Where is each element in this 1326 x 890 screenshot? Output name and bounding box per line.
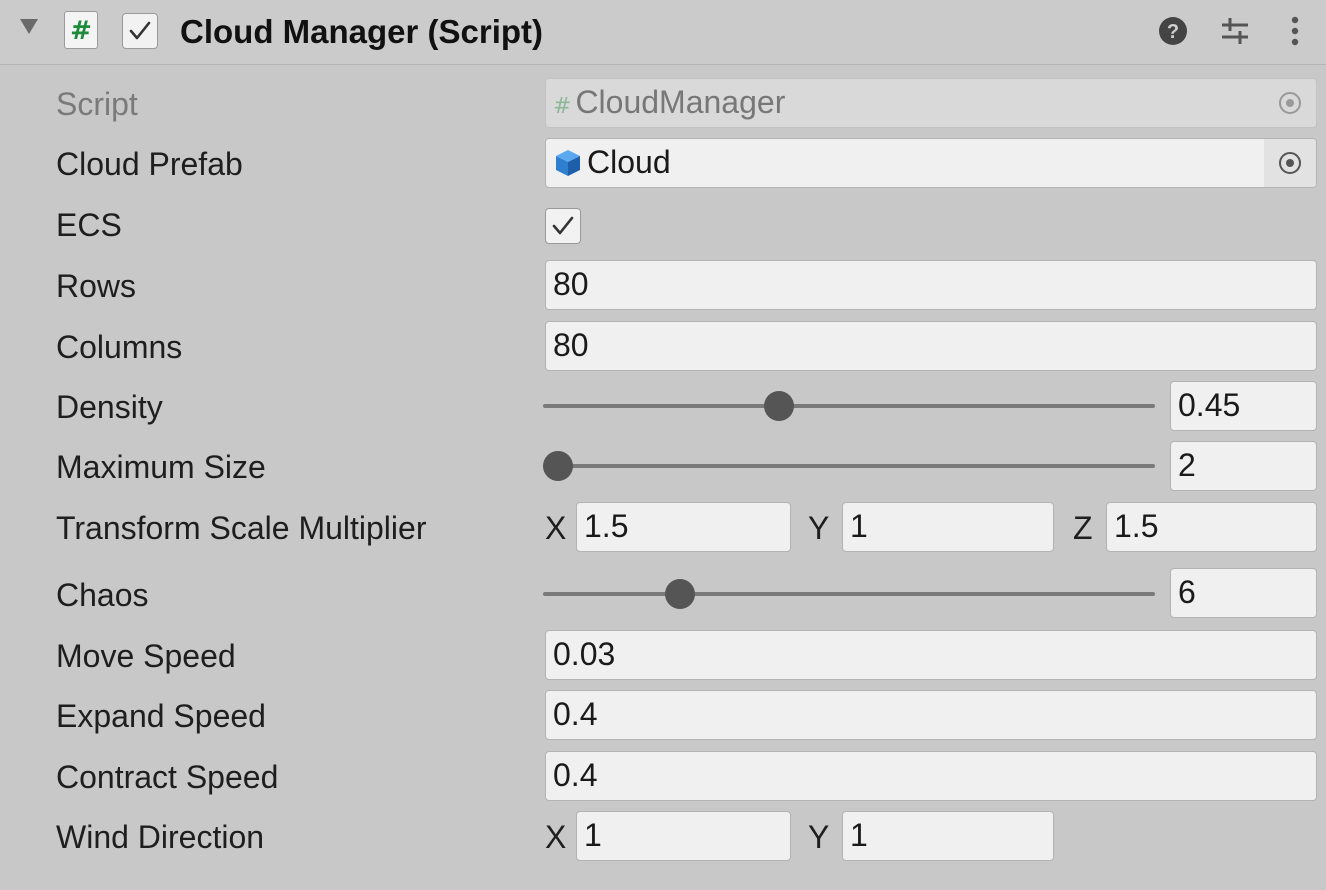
cloud-prefab-field[interactable]: Cloud — [545, 138, 1317, 188]
rows-input[interactable]: 80 — [545, 260, 1317, 310]
density-input[interactable]: 0.45 — [1170, 381, 1317, 431]
prefab-cube-icon — [556, 150, 580, 176]
maximum-size-slider-thumb[interactable] — [543, 451, 573, 481]
chaos-input[interactable]: 6 — [1170, 568, 1317, 618]
y-axis-label: Y — [808, 510, 830, 546]
script-hash-icon: # — [64, 11, 98, 49]
presets-icon[interactable] — [1218, 14, 1252, 48]
checkmark-icon — [552, 216, 574, 235]
checkmark-icon — [129, 21, 151, 40]
foldout-arrow-icon[interactable] — [20, 19, 38, 34]
object-picker-icon — [1264, 79, 1316, 127]
density-label: Density — [56, 389, 163, 425]
cloud-prefab-value: Cloud — [587, 144, 671, 180]
script-field: # CloudManager — [545, 78, 1317, 128]
wind-x-input[interactable]: 1 — [576, 811, 791, 861]
density-slider-track[interactable] — [543, 404, 1155, 408]
contract-speed-input[interactable]: 0.4 — [545, 751, 1317, 801]
scale-z-input[interactable]: 1.5 — [1106, 502, 1317, 552]
help-icon[interactable]: ? — [1156, 14, 1190, 48]
scale-y-input[interactable]: 1 — [842, 502, 1054, 552]
columns-input[interactable]: 80 — [545, 321, 1317, 371]
y-axis-label: Y — [808, 819, 830, 855]
columns-label: Columns — [56, 329, 183, 365]
contract-speed-label: Contract Speed — [56, 759, 279, 795]
component-header: # Cloud Manager (Script) ? — [0, 0, 1326, 65]
x-axis-label: X — [545, 510, 567, 546]
maximum-size-input[interactable]: 2 — [1170, 441, 1317, 491]
maximum-size-label: Maximum Size — [56, 449, 266, 485]
density-slider-thumb[interactable] — [764, 391, 795, 421]
rows-label: Rows — [56, 268, 137, 304]
more-options-icon[interactable] — [1278, 14, 1312, 48]
transform-scale-multiplier-label: Transform Scale Multiplier — [56, 510, 427, 546]
move-speed-input[interactable]: 0.03 — [545, 630, 1317, 680]
chaos-label: Chaos — [56, 577, 149, 613]
script-value: CloudManager — [575, 84, 786, 120]
cloud-prefab-label: Cloud Prefab — [56, 146, 243, 182]
scale-x-input[interactable]: 1.5 — [576, 502, 791, 552]
chaos-slider-track[interactable] — [543, 592, 1155, 596]
wind-direction-label: Wind Direction — [56, 819, 265, 855]
maximum-size-slider-track[interactable] — [543, 464, 1155, 468]
component-title: Cloud Manager (Script) — [180, 13, 544, 50]
ecs-checkbox[interactable] — [545, 208, 581, 244]
component-enabled-checkbox[interactable] — [122, 13, 158, 49]
x-axis-label: X — [545, 819, 567, 855]
move-speed-label: Move Speed — [56, 638, 236, 674]
z-axis-label: Z — [1073, 510, 1093, 546]
script-hash-icon: # — [553, 94, 572, 119]
chaos-slider-thumb[interactable] — [665, 579, 696, 609]
wind-y-input[interactable]: 1 — [842, 811, 1054, 861]
svg-text:?: ? — [1167, 21, 1179, 43]
expand-speed-label: Expand Speed — [56, 698, 266, 734]
expand-speed-input[interactable]: 0.4 — [545, 690, 1317, 740]
script-label: Script — [56, 86, 138, 122]
ecs-label: ECS — [56, 207, 122, 243]
object-picker-icon[interactable] — [1264, 139, 1316, 187]
